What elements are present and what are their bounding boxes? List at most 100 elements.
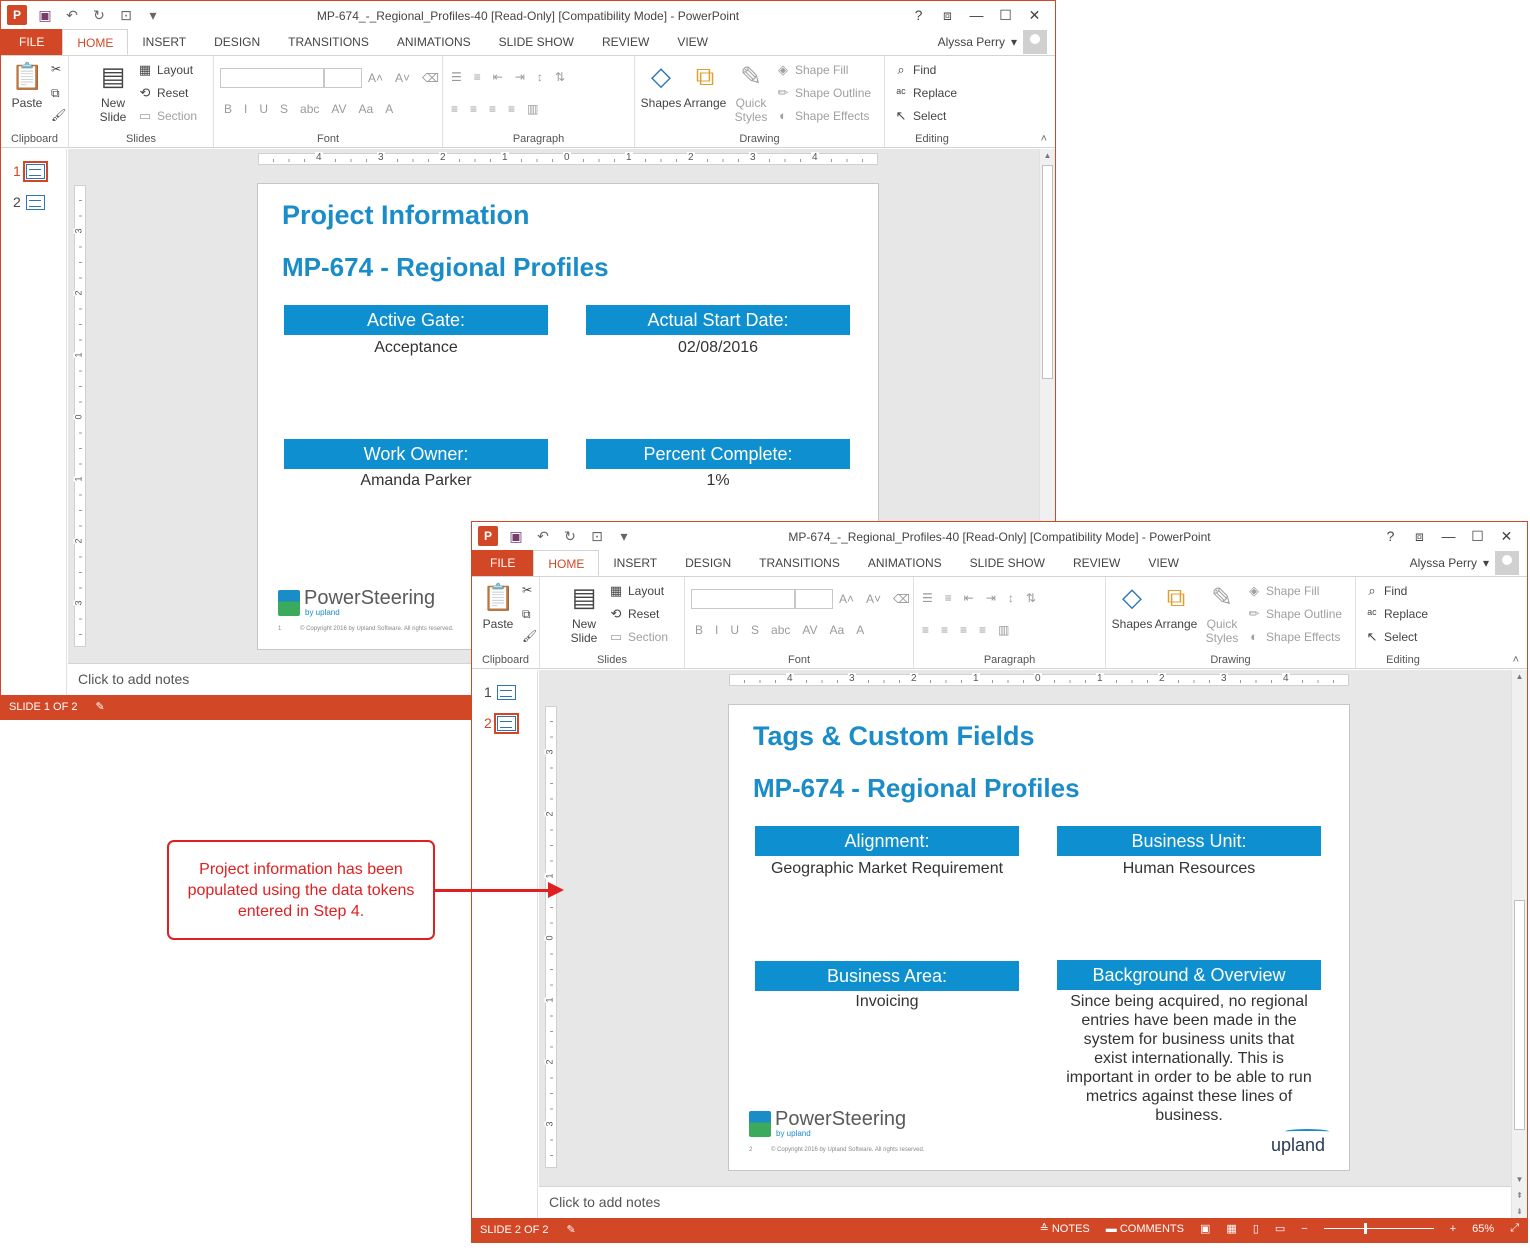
columns-icon[interactable]: ▥ xyxy=(527,102,538,116)
tab-slide-show[interactable]: SLIDE SHOW xyxy=(485,29,588,55)
new-slide-button[interactable]: ▤ New Slide xyxy=(91,60,135,124)
paste-button[interactable]: 📋 Paste xyxy=(5,60,49,110)
shrink-font-icon[interactable]: A˅ xyxy=(866,592,881,606)
tab-animations[interactable]: ANIMATIONS xyxy=(383,29,485,55)
tab-home[interactable]: HOME xyxy=(533,550,600,576)
normal-view-icon[interactable]: ▣ xyxy=(1200,1222,1210,1235)
zoom-slider[interactable] xyxy=(1323,1223,1434,1234)
spell-check-icon[interactable]: ✎ xyxy=(95,700,104,713)
close-icon[interactable]: ✕ xyxy=(1492,526,1521,546)
collapse-ribbon-icon[interactable]: ˄ xyxy=(1041,133,1047,145)
thumbnail-slide-1[interactable]: 1 xyxy=(13,160,48,182)
shadow-icon[interactable]: S xyxy=(280,102,288,116)
reset-button[interactable]: ⟲ Reset xyxy=(608,606,660,622)
shape-outline-button[interactable]: ✏ Shape Outline xyxy=(1246,606,1343,622)
fit-slide-icon[interactable]: ⤢ xyxy=(1510,1222,1519,1235)
slide-2[interactable]: Tags & Custom Fields MP-674 - Regional P… xyxy=(728,704,1350,1171)
tab-home[interactable]: HOME xyxy=(62,29,129,55)
bold-icon[interactable]: B xyxy=(224,102,232,116)
user-account[interactable]: Alyssa Perry ▾ xyxy=(1410,550,1519,576)
italic-icon[interactable]: I xyxy=(715,623,718,637)
layout-button[interactable]: ▦ Layout xyxy=(608,583,664,599)
collapse-ribbon-icon[interactable]: ˄ xyxy=(1513,654,1519,666)
section-button[interactable]: ▭ Section xyxy=(608,629,668,645)
arrange-button[interactable]: ⧉ Arrange xyxy=(1154,581,1198,631)
underline-icon[interactable]: U xyxy=(730,623,739,637)
line-spacing-icon[interactable]: ↕ xyxy=(1008,591,1014,605)
shape-effects-button[interactable]: ◐ Shape Effects xyxy=(775,108,869,123)
font-name-box[interactable] xyxy=(691,589,795,609)
reset-button[interactable]: ⟲ Reset xyxy=(137,85,189,101)
change-case-icon[interactable]: Aa xyxy=(359,102,374,116)
font-color-icon[interactable]: A xyxy=(856,623,864,637)
thumbnail-slide-1[interactable]: 1 xyxy=(484,684,516,700)
arrange-button[interactable]: ⧉ Arrange xyxy=(683,60,727,110)
align-right-icon[interactable]: ≡ xyxy=(489,102,496,116)
spell-check-icon[interactable]: ✎ xyxy=(566,1223,575,1236)
ribbon-display-options-icon[interactable]: ⧈ xyxy=(933,5,962,25)
decrease-indent-icon[interactable]: ⇤ xyxy=(493,70,503,84)
underline-icon[interactable]: U xyxy=(259,102,268,116)
bullets-icon[interactable]: ☰ xyxy=(922,591,933,605)
select-button[interactable]: ↖ Select xyxy=(1364,629,1418,645)
tab-transitions[interactable]: TRANSITIONS xyxy=(274,29,383,55)
shapes-button[interactable]: ◇ Shapes xyxy=(639,60,683,110)
slide-sorter-icon[interactable]: ▦ xyxy=(1226,1222,1236,1235)
zoom-level[interactable]: 65% xyxy=(1472,1223,1494,1235)
bullets-icon[interactable]: ☰ xyxy=(451,70,462,84)
copy-icon[interactable]: ⧉ xyxy=(51,86,60,101)
cut-icon[interactable]: ✂ xyxy=(51,62,61,76)
columns-icon[interactable]: ▥ xyxy=(998,623,1009,637)
shadow-icon[interactable]: S xyxy=(751,623,759,637)
scroll-up-icon[interactable]: ▲ xyxy=(1512,672,1527,681)
previous-slide-icon[interactable]: ⇞ xyxy=(1512,1191,1527,1200)
close-icon[interactable]: ✕ xyxy=(1020,5,1049,25)
thumbnail-slide-2[interactable]: 2 xyxy=(13,194,45,210)
ribbon-display-options-icon[interactable]: ⧈ xyxy=(1405,526,1434,546)
tab-file[interactable]: FILE xyxy=(472,550,534,576)
shape-outline-button[interactable]: ✏ Shape Outline xyxy=(775,85,872,101)
tab-file[interactable]: FILE xyxy=(1,29,63,55)
find-button[interactable]: ⌕ Find xyxy=(893,62,936,78)
font-size-box[interactable] xyxy=(795,589,833,609)
font-name-box[interactable] xyxy=(220,68,324,88)
line-spacing-icon[interactable]: ↕ xyxy=(537,70,543,84)
tab-slide-show[interactable]: SLIDE SHOW xyxy=(956,550,1059,576)
align-center-icon[interactable]: ≡ xyxy=(941,623,948,637)
scroll-down-icon[interactable]: ▼ xyxy=(1512,1175,1527,1184)
tab-design[interactable]: DESIGN xyxy=(671,550,745,576)
quick-styles-button[interactable]: ✎ Quick Styles xyxy=(1200,581,1244,645)
font-size-box[interactable] xyxy=(324,68,362,88)
shapes-button[interactable]: ◇ Shapes xyxy=(1110,581,1154,631)
next-slide-icon[interactable]: ⇟ xyxy=(1512,1207,1527,1216)
reading-view-icon[interactable]: ▯ xyxy=(1253,1222,1259,1235)
clear-format-icon[interactable]: ⌫ xyxy=(422,71,439,85)
text-direction-icon[interactable]: ⇅ xyxy=(1026,591,1036,605)
help-icon[interactable]: ? xyxy=(904,5,933,25)
tab-review[interactable]: REVIEW xyxy=(1059,550,1134,576)
clear-format-icon[interactable]: ⌫ xyxy=(893,592,910,606)
align-left-icon[interactable]: ≡ xyxy=(451,102,458,116)
minimize-icon[interactable]: — xyxy=(1434,526,1463,546)
bold-icon[interactable]: B xyxy=(695,623,703,637)
replace-button[interactable]: ᵃᶜ Replace xyxy=(1364,606,1428,621)
decrease-indent-icon[interactable]: ⇤ xyxy=(964,591,974,605)
help-icon[interactable]: ? xyxy=(1376,526,1405,546)
align-left-icon[interactable]: ≡ xyxy=(922,623,929,637)
tab-review[interactable]: REVIEW xyxy=(588,29,663,55)
tab-design[interactable]: DESIGN xyxy=(200,29,274,55)
tab-insert[interactable]: INSERT xyxy=(599,550,671,576)
justify-icon[interactable]: ≡ xyxy=(979,623,986,637)
text-direction-icon[interactable]: ⇅ xyxy=(555,70,565,84)
font-color-icon[interactable]: A xyxy=(385,102,393,116)
notes-button[interactable]: ≙ NOTES xyxy=(1040,1222,1090,1235)
layout-button[interactable]: ▦ Layout xyxy=(137,62,193,78)
numbering-icon[interactable]: ≡ xyxy=(945,591,952,605)
numbering-icon[interactable]: ≡ xyxy=(474,70,481,84)
paste-button[interactable]: 📋 Paste xyxy=(476,581,520,631)
format-painter-icon[interactable]: 🖌 xyxy=(51,108,66,122)
format-painter-icon[interactable]: 🖌 xyxy=(522,629,537,643)
thumbnail-slide-2[interactable]: 2 xyxy=(484,712,519,734)
align-right-icon[interactable]: ≡ xyxy=(960,623,967,637)
scroll-thumb[interactable] xyxy=(1514,900,1525,1130)
